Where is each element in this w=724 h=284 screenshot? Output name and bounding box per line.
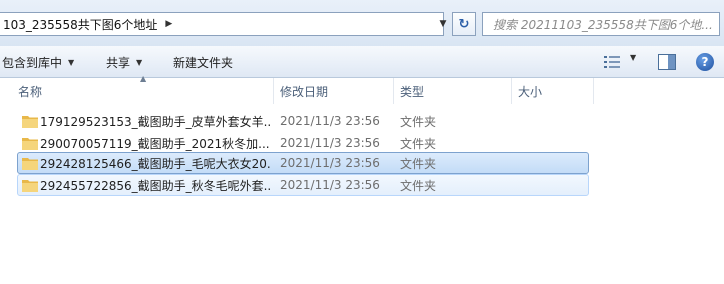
file-name: 290070057119_截图助手_2021秋冬加... xyxy=(40,136,270,151)
column-size-label: 大小 xyxy=(518,84,543,99)
refresh-icon[interactable]: ↻ xyxy=(452,12,476,36)
column-type-label: 类型 xyxy=(400,84,425,99)
share-label: 共享 xyxy=(106,55,131,70)
breadcrumb-arrow-icon[interactable]: ▶ xyxy=(165,19,172,29)
column-header-name[interactable]: 名称 xyxy=(12,78,274,104)
file-date: 2021/11/3 23:56 xyxy=(280,156,380,170)
file-type: 文件夹 xyxy=(400,136,437,151)
column-header-date[interactable]: 修改日期 xyxy=(274,78,394,104)
column-date-label: 修改日期 xyxy=(280,84,329,99)
file-name: 292428125466_截图助手_毛呢大衣女20... xyxy=(40,156,272,171)
file-row[interactable]: 179129523153_截图助手_皮草外套女羊... 2021/11/3 23… xyxy=(17,110,589,132)
file-row-hover[interactable]: 292455722856_截图助手_秋冬毛呢外套... 2021/11/3 23… xyxy=(17,174,589,196)
folder-icon xyxy=(22,158,38,170)
new-folder-label: 新建文件夹 xyxy=(173,55,234,70)
file-name: 179129523153_截图助手_皮草外套女羊... xyxy=(40,114,272,129)
chevron-down-icon: ▼ xyxy=(136,57,143,67)
include-in-library-button[interactable]: 包含到库中 ▼ xyxy=(2,52,74,72)
file-type: 文件夹 xyxy=(400,114,437,129)
folder-icon xyxy=(22,138,38,150)
file-name: 292455722856_截图助手_秋冬毛呢外套... xyxy=(40,178,272,193)
address-bar[interactable]: 103_235558共下图6个地址 ▶ xyxy=(0,12,444,36)
folder-icon xyxy=(22,116,38,128)
folder-icon xyxy=(22,180,38,192)
command-bar: 包含到库中 ▼ 共享 ▼ 新建文件夹 ▼ ? xyxy=(0,46,724,78)
preview-pane-icon[interactable] xyxy=(658,54,676,70)
include-in-library-label: 包含到库中 xyxy=(2,55,63,70)
file-row[interactable]: 290070057119_截图助手_2021秋冬加... 2021/11/3 2… xyxy=(17,132,589,154)
column-name-label: 名称 xyxy=(18,84,43,99)
view-options-icon[interactable] xyxy=(604,55,620,69)
file-date: 2021/11/3 23:56 xyxy=(280,178,380,192)
file-date: 2021/11/3 23:56 xyxy=(280,114,380,128)
view-chevron-down-icon[interactable]: ▼ xyxy=(630,53,636,62)
chevron-down-icon: ▼ xyxy=(68,57,75,67)
address-bar-row: 103_235558共下图6个地址 ▶ ▼ ↻ 搜索 20211103_2355… xyxy=(0,0,724,46)
column-header-type[interactable]: 类型 xyxy=(394,78,512,104)
file-type: 文件夹 xyxy=(400,178,437,193)
search-placeholder: 搜索 20211103_235558共下图6个地... xyxy=(493,17,713,32)
file-type: 文件夹 xyxy=(400,156,437,171)
help-icon[interactable]: ? xyxy=(696,53,714,71)
file-row-selected[interactable]: 292428125466_截图助手_毛呢大衣女20... 2021/11/3 2… xyxy=(17,152,589,174)
file-date: 2021/11/3 23:56 xyxy=(280,136,380,150)
address-dropdown-icon[interactable]: ▼ xyxy=(434,13,452,35)
column-header-size[interactable]: 大小 xyxy=(512,78,594,104)
address-path[interactable]: 103_235558共下图6个地址 xyxy=(0,16,157,33)
new-folder-button[interactable]: 新建文件夹 xyxy=(173,52,233,72)
search-input[interactable]: 搜索 20211103_235558共下图6个地... xyxy=(482,12,720,36)
share-button[interactable]: 共享 ▼ xyxy=(106,52,142,72)
